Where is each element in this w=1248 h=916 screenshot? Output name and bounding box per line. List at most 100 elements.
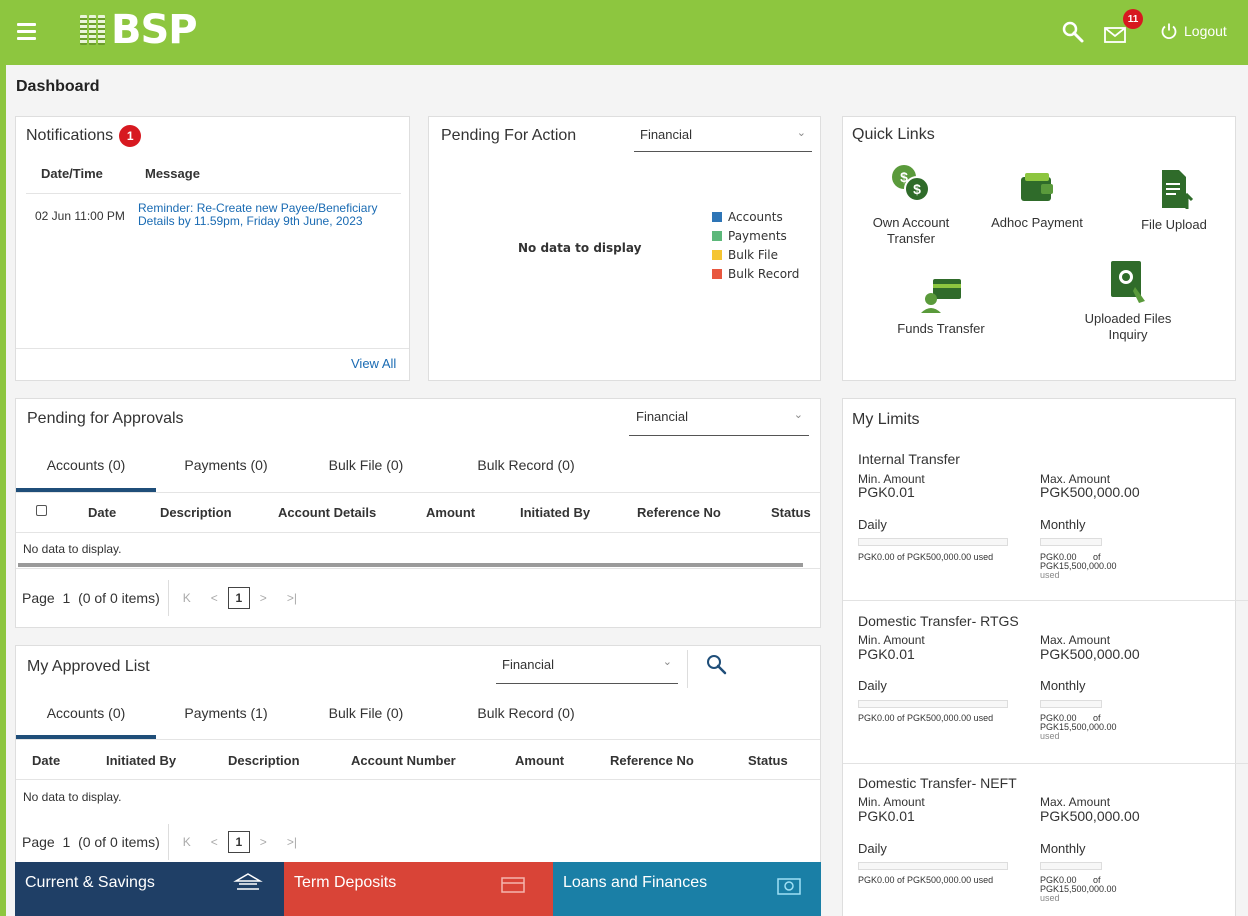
brand-name: BSP xyxy=(111,7,198,53)
page-number-button[interactable]: 1 xyxy=(227,587,250,609)
max-amount-value: PGK500,000.00 xyxy=(1040,808,1140,824)
last-page-icon[interactable]: >| xyxy=(287,591,297,605)
pending-for-action-title: Pending For Action xyxy=(441,127,577,144)
next-page-icon[interactable]: > xyxy=(260,835,267,849)
col-datetime: Date/Time xyxy=(41,166,103,181)
approved-list-filter-select[interactable]: Financial ⌄ xyxy=(496,655,678,684)
daily-usage-bar xyxy=(858,700,1008,708)
tab-accounts[interactable]: Accounts (0) xyxy=(16,457,156,473)
limit-domestic-rtgs: Domestic Transfer- RTGS Min. Amount PGK0… xyxy=(843,601,1248,764)
quick-link-own-account-transfer[interactable]: $ $ Own Account Transfer xyxy=(856,159,966,247)
legend-item-bulk-file: Bulk File xyxy=(712,248,799,262)
loan-icon xyxy=(777,878,801,895)
limit-name: Domestic Transfer- RTGS xyxy=(858,613,1019,629)
legend-swatch xyxy=(712,269,722,279)
prev-page-icon[interactable]: < xyxy=(211,591,218,605)
quick-link-file-upload[interactable]: File Upload xyxy=(1119,167,1229,232)
min-amount-value: PGK0.01 xyxy=(858,484,915,500)
col-description: Description xyxy=(160,505,232,520)
legend-label: Accounts xyxy=(728,210,783,224)
legend-item-accounts: Accounts xyxy=(712,210,799,224)
search-icon[interactable] xyxy=(705,653,729,677)
legend-swatch xyxy=(712,231,722,241)
tile-loans-finances[interactable]: Loans and Finances xyxy=(553,862,821,916)
col-reference-no: Reference No xyxy=(637,505,721,520)
quick-link-label: Adhoc Payment xyxy=(991,215,1083,230)
search-icon[interactable] xyxy=(1061,20,1085,44)
tab-bulk-file[interactable]: Bulk File (0) xyxy=(296,705,436,721)
header-row-divider xyxy=(16,779,820,780)
col-amount: Amount xyxy=(515,753,565,768)
mail-count-badge: 11 xyxy=(1123,9,1143,29)
select-all-checkbox[interactable] xyxy=(36,505,47,516)
bank-icon xyxy=(233,873,263,890)
horizontal-scrollbar[interactable] xyxy=(18,563,803,567)
first-page-icon[interactable]: K xyxy=(183,591,191,605)
notification-datetime: 02 Jun 11:00 PM xyxy=(35,209,125,223)
tab-accounts[interactable]: Accounts (0) xyxy=(16,705,156,721)
last-page-icon[interactable]: >| xyxy=(287,835,297,849)
logout-button[interactable]: Logout xyxy=(1160,22,1227,40)
page-label: Page xyxy=(22,834,55,850)
power-icon xyxy=(1161,23,1177,40)
limit-internal-transfer: Internal Transfer Min. Amount PGK0.01 Ma… xyxy=(843,439,1248,601)
my-limits-card: My Limits Internal Transfer Min. Amount … xyxy=(842,398,1248,916)
hamburger-menu-icon[interactable] xyxy=(17,23,36,41)
notification-message-link[interactable]: Reminder: Re-Create new Payee/Beneficiar… xyxy=(138,202,388,228)
pending-approvals-filter-value: Financial xyxy=(636,409,689,424)
page-value: 1 xyxy=(62,834,71,850)
tile-current-savings[interactable]: Current & Savings xyxy=(15,862,284,916)
view-all-link[interactable]: View All xyxy=(351,356,396,371)
limit-name: Internal Transfer xyxy=(858,451,960,467)
max-amount-value: PGK500,000.00 xyxy=(1040,646,1140,662)
col-status: Status xyxy=(748,753,788,768)
chart-legend: Accounts Payments Bulk File Bulk Record xyxy=(712,210,799,286)
next-page-icon[interactable]: > xyxy=(260,591,267,605)
monthly-usage-bar xyxy=(1040,538,1102,546)
first-page-icon[interactable]: K xyxy=(183,835,191,849)
quick-link-label: Funds Transfer xyxy=(897,321,985,336)
monthly-label: Monthly xyxy=(1040,841,1086,856)
funds-transfer-icon xyxy=(921,279,961,313)
tab-bulk-record[interactable]: Bulk Record (0) xyxy=(436,457,616,473)
tab-bulk-file[interactable]: Bulk File (0) xyxy=(296,457,436,473)
pending-approvals-title: Pending for Approvals xyxy=(27,410,184,427)
quick-link-funds-transfer[interactable]: Funds Transfer xyxy=(886,275,996,336)
legend-item-bulk-record: Bulk Record xyxy=(712,267,799,281)
legend-swatch xyxy=(712,250,722,260)
chevron-down-icon: ⌄ xyxy=(796,127,806,139)
monthly-usage-used: used xyxy=(1040,731,1060,741)
quick-link-uploaded-files-inquiry[interactable]: Uploaded Files Inquiry xyxy=(1063,257,1193,343)
prev-page-icon[interactable]: < xyxy=(211,835,218,849)
tile-term-deposits[interactable]: Term Deposits xyxy=(284,862,553,916)
bsp-logo[interactable]: BSP xyxy=(80,6,198,54)
tab-payments[interactable]: Payments (1) xyxy=(156,705,296,721)
col-initiated-by: Initiated By xyxy=(106,753,177,768)
notifications-title: Notifications 1 xyxy=(26,125,142,147)
tab-bulk-record[interactable]: Bulk Record (0) xyxy=(436,705,616,721)
notifications-count-badge: 1 xyxy=(119,125,142,147)
pending-action-filter-select[interactable]: Financial ⌄ xyxy=(634,126,812,152)
monthly-label: Monthly xyxy=(1040,517,1086,532)
col-initiated-by: Initiated By xyxy=(520,505,591,520)
legend-label: Bulk Record xyxy=(728,267,800,281)
logout-label: Logout xyxy=(1184,23,1227,39)
pagination: Page 1 (0 of 0 items) K < 1 > >| xyxy=(22,580,307,616)
daily-label: Daily xyxy=(858,841,887,856)
tab-payments[interactable]: Payments (0) xyxy=(156,457,296,473)
daily-label: Daily xyxy=(858,517,887,532)
coins-transfer-icon: $$ xyxy=(892,165,930,202)
col-date: Date xyxy=(88,505,117,520)
pending-approvals-filter-select[interactable]: Financial ⌄ xyxy=(629,408,809,436)
page-number-button[interactable]: 1 xyxy=(227,831,250,853)
approved-list-title: My Approved List xyxy=(27,658,150,675)
deposit-icon xyxy=(501,877,525,893)
quick-links-card: Quick Links $ $ Own Account Transfer Adho… xyxy=(842,116,1236,381)
col-description: Description xyxy=(228,753,300,768)
chevron-down-icon: ⌄ xyxy=(662,656,672,668)
pending-for-action-card: Pending For Action Financial ⌄ No data t… xyxy=(428,116,821,381)
approved-list-filter-value: Financial xyxy=(502,657,555,672)
notifications-footer-divider xyxy=(16,348,409,349)
quick-link-adhoc-payment[interactable]: Adhoc Payment xyxy=(982,169,1092,230)
tabs-divider xyxy=(16,492,820,493)
